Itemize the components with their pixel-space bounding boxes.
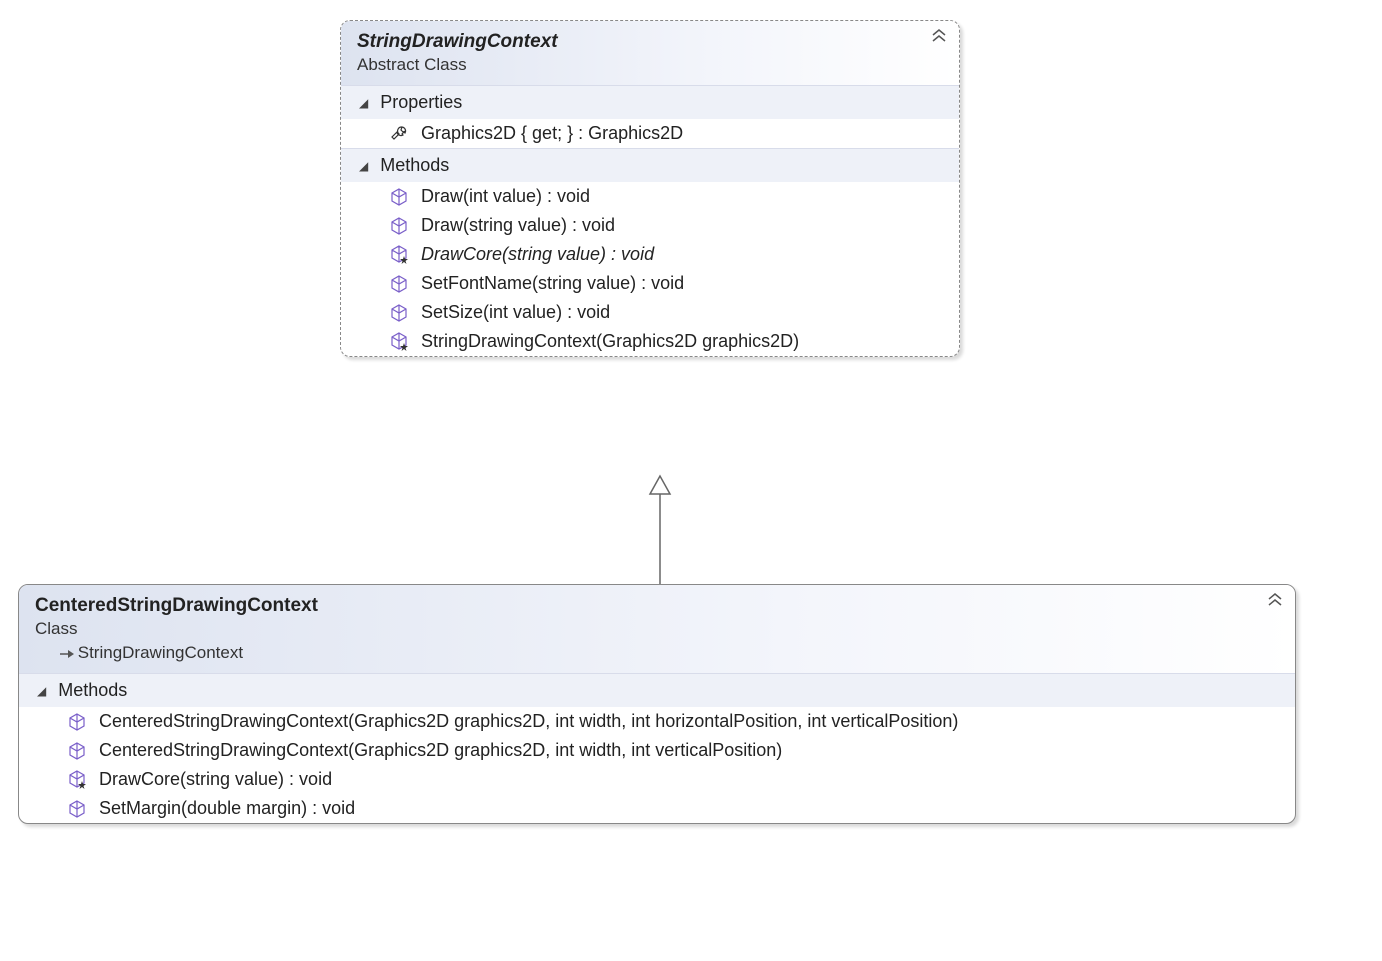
expand-triangle-icon: ◢ [359,159,368,173]
member-row[interactable]: Draw(string value) : void [341,211,959,240]
collapse-icon[interactable] [931,29,947,43]
cube-icon [67,741,87,761]
class-name: CenteredStringDrawingContext [35,595,1279,617]
section-header[interactable]: ◢ Properties [341,85,959,119]
inheritance-arrow [640,474,680,584]
class-header: CenteredStringDrawingContext Class Strin… [19,585,1295,673]
section-header[interactable]: ◢ Methods [19,673,1295,707]
cube-star-icon [389,332,409,352]
member-text: SetMargin(double margin) : void [99,798,355,819]
inherits-arrow-icon [60,649,74,659]
member-row[interactable]: Draw(int value) : void [341,182,959,211]
member-row[interactable]: SetSize(int value) : void [341,298,959,327]
cube-icon [389,274,409,294]
section-title: Methods [380,155,449,176]
member-text: DrawCore(string value) : void [421,244,654,265]
member-text: Draw(int value) : void [421,186,590,207]
cube-star-icon [389,245,409,265]
class-header: StringDrawingContext Abstract Class [341,21,959,85]
member-text: Draw(string value) : void [421,215,615,236]
member-row[interactable]: CenteredStringDrawingContext(Graphics2D … [19,736,1295,765]
member-row[interactable]: StringDrawingContext(Graphics2D graphics… [341,327,959,356]
member-row[interactable]: Graphics2D { get; } : Graphics2D [341,119,959,148]
wrench-icon [389,124,409,144]
member-text: Graphics2D { get; } : Graphics2D [421,123,683,144]
cube-icon [67,799,87,819]
class-box-centeredstringdrawingcontext[interactable]: CenteredStringDrawingContext Class Strin… [18,584,1296,824]
member-text: CenteredStringDrawingContext(Graphics2D … [99,740,782,761]
cube-icon [67,712,87,732]
base-class-name: StringDrawingContext [78,643,243,662]
expand-triangle-icon: ◢ [37,684,46,698]
cube-icon [389,216,409,236]
member-row[interactable]: CenteredStringDrawingContext(Graphics2D … [19,707,1295,736]
member-row[interactable]: DrawCore(string value) : void [341,240,959,269]
class-stereotype: Class [35,619,1279,639]
collapse-icon[interactable] [1267,593,1283,607]
base-class: StringDrawingContext [35,643,1279,663]
section-title: Methods [58,680,127,701]
class-stereotype: Abstract Class [357,55,943,75]
member-row[interactable]: SetFontName(string value) : void [341,269,959,298]
expand-triangle-icon: ◢ [359,96,368,110]
class-name: StringDrawingContext [357,31,943,53]
member-text: DrawCore(string value) : void [99,769,332,790]
class-box-stringdrawingcontext[interactable]: StringDrawingContext Abstract Class ◢ Pro… [340,20,960,357]
member-text: StringDrawingContext(Graphics2D graphics… [421,331,799,352]
cube-icon [389,187,409,207]
member-text: CenteredStringDrawingContext(Graphics2D … [99,711,958,732]
member-text: SetFontName(string value) : void [421,273,684,294]
cube-icon [389,303,409,323]
member-row[interactable]: SetMargin(double margin) : void [19,794,1295,823]
cube-star-icon [67,770,87,790]
section-title: Properties [380,92,462,113]
section-header[interactable]: ◢ Methods [341,148,959,182]
member-row[interactable]: DrawCore(string value) : void [19,765,1295,794]
member-text: SetSize(int value) : void [421,302,610,323]
